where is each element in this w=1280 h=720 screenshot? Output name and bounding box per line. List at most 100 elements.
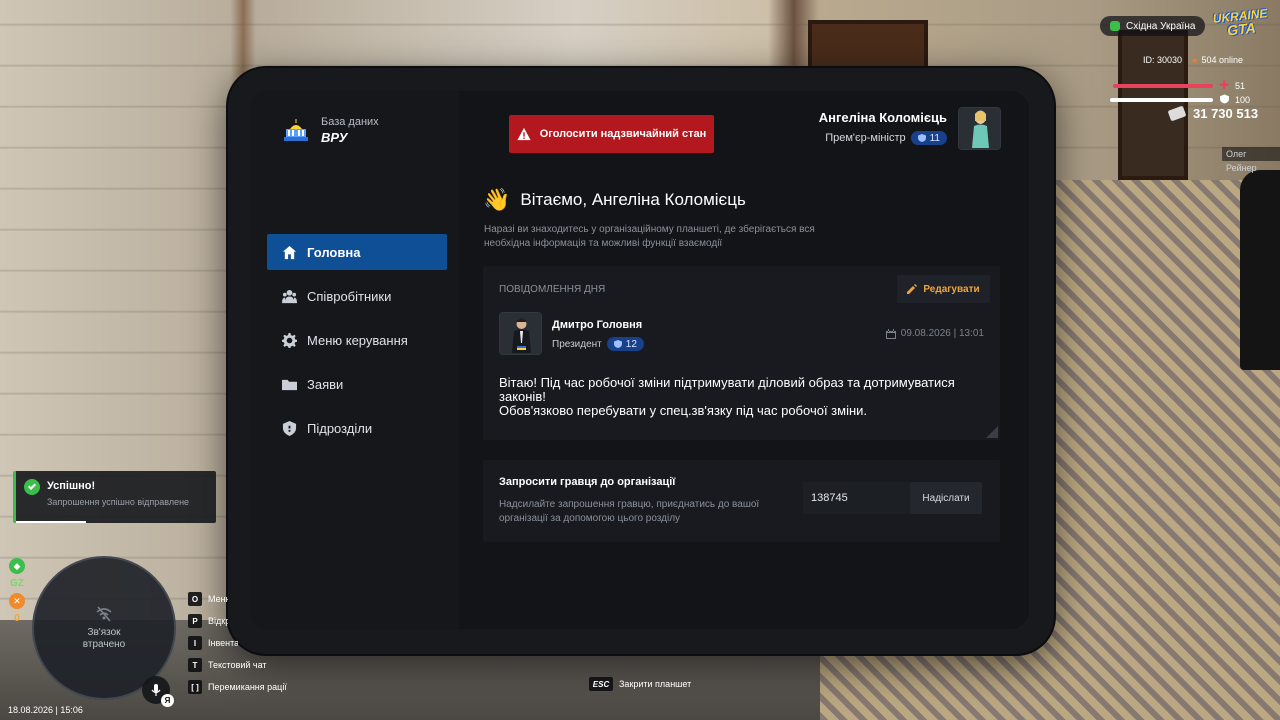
edit-button-label: Редагувати [923, 283, 980, 295]
hotkey-row: T Текстовий чат [188, 654, 287, 676]
player-id-input[interactable] [803, 482, 911, 514]
tablet-screen: База даних ВРУ Головна Співробітники Мен… [251, 91, 1029, 629]
author-name: Дмитро Головня [552, 319, 643, 331]
hotkey-row: P Відкрити [188, 610, 287, 632]
hotkey: O [188, 592, 202, 606]
hotkey-label: Перемикання рації [208, 682, 287, 692]
sidebar-item-label: Заяви [307, 376, 344, 392]
mic-hotkey: Я [161, 694, 174, 707]
shield-icon [281, 420, 297, 436]
server-logo: UKRAINE GTA [1212, 6, 1270, 42]
user-avatar[interactable] [958, 107, 1001, 150]
sidebar-item-home[interactable]: Головна [267, 234, 447, 270]
gear-icon [281, 332, 297, 348]
hotkey: [ ] [188, 680, 202, 694]
money-display: 31 730 513 [1167, 105, 1259, 122]
minimap-status: Зв'язок втрачено [82, 627, 126, 650]
brand-subtitle: База даних [321, 116, 379, 128]
online-count: 504 online [1201, 55, 1244, 65]
no-signal-icon [96, 606, 112, 622]
sidebar-item-control-menu[interactable]: Меню керування [267, 322, 447, 358]
green-zone-label: GZ [10, 578, 24, 589]
microphone-icon [151, 684, 161, 696]
invite-title: Запросити гравця до організації [499, 476, 676, 488]
home-icon [281, 244, 297, 260]
send-invite-button[interactable]: Надіслати [910, 482, 982, 514]
toast-progress [16, 521, 86, 523]
hotkey-label: Текстовий чат [208, 660, 267, 670]
avatar-portrait [959, 108, 1000, 149]
logo-line-2: GTA [1226, 19, 1257, 39]
edit-button[interactable]: Редагувати [897, 275, 990, 303]
health-value: 51 [1235, 81, 1246, 91]
emergency-button-label: Оголосити надзвичайний стан [539, 128, 707, 140]
message-line-1: Вітаю! Під час робочої зміни підтримуват… [499, 375, 955, 404]
game-datetime: 18.08.2026 | 15:06 [8, 705, 83, 715]
close-tablet-hint[interactable]: ESC Закрити планшет [589, 677, 691, 691]
success-toast: Успішно! Запрошення успішно відправлене [13, 471, 216, 523]
wanted-count: 0 [14, 613, 20, 624]
check-icon [24, 479, 40, 495]
message-of-the-day-card: Повідомлення дня Редагувати Дмитро Голов… [483, 266, 1000, 440]
armor-value: 100 [1235, 95, 1251, 105]
hotkey-list: O Меню P Відкрити I Інвентар T Текстовий чат… [188, 588, 287, 698]
message-line-2: Обов'язково перебувати у спец.зв'язку пі… [499, 403, 868, 418]
player-nameplate: Олег Рейнер [1222, 147, 1280, 173]
region-icon [1110, 21, 1120, 31]
esc-key: ESC [589, 677, 613, 691]
declare-emergency-button[interactable]: Оголосити надзвичайний стан [509, 115, 714, 153]
card-label: Повідомлення дня [499, 284, 606, 295]
folder-icon [281, 376, 297, 392]
user-role-label: Прем'єр-міністр [825, 132, 906, 144]
invite-player-card: Запросити гравця до організації Надсилай… [483, 460, 1000, 542]
hotkey: T [188, 658, 202, 672]
hotkey-label: Інвентар [208, 638, 238, 648]
author-role: Президент 12 [552, 337, 644, 351]
close-tablet-label: Закрити планшет [619, 679, 692, 689]
warning-icon [517, 127, 531, 141]
sidebar-item-label: Меню керування [307, 332, 408, 348]
pencil-icon [907, 284, 918, 294]
hotkey-row: O Меню [188, 588, 287, 610]
brand-title: ВРУ [321, 130, 348, 145]
rank-value: 11 [929, 132, 940, 144]
armor-bar [1110, 98, 1213, 102]
region-badge: Східна Україна [1100, 16, 1206, 36]
money-value: 31 730 513 [1193, 106, 1259, 121]
author-avatar [499, 312, 542, 355]
background-elevator [1118, 30, 1188, 180]
intro-text: Наразі ви знаходитесь у організаційному … [484, 224, 815, 249]
calendar-icon [885, 328, 896, 339]
sidebar-item-applications[interactable]: Заяви [267, 366, 447, 402]
health-bar [1113, 84, 1213, 88]
toast-description: Запрошення успішно відправлене [47, 497, 190, 507]
message-date-value: 09.08.2026 | 13:01 [900, 328, 984, 339]
author-rank-badge: 12 [606, 337, 644, 351]
brand: База даних ВРУ [282, 116, 379, 145]
green-zone-icon: ◆ [9, 558, 25, 574]
rank-badge: 11 [910, 131, 947, 145]
health-icon: ✚ [1219, 78, 1230, 92]
author-role-label: Президент [552, 338, 602, 350]
welcome-text: Вітаємо, Ангеліна Коломієць [520, 190, 746, 209]
player-id: ID: 30030 [1143, 55, 1183, 65]
fire-icon: ● [1192, 55, 1198, 65]
sidebar-item-divisions[interactable]: Підрозділи [267, 410, 447, 446]
user-name: Ангеліна Коломієць [818, 110, 947, 125]
sidebar-item-employees[interactable]: Співробітники [267, 278, 447, 314]
sidebar-item-label: Співробітники [307, 288, 392, 304]
welcome-heading: 👋 Вітаємо, Ангеліна Коломієць [483, 187, 746, 213]
message-body: Вітаю! Під час робочої зміни підтримуват… [499, 376, 969, 418]
resize-handle[interactable] [986, 426, 998, 438]
main-content: 👋 Вітаємо, Ангеліна Коломієць Наразі ви … [459, 163, 1029, 629]
player-info: ID: 30030 ● 504 online [1143, 55, 1243, 65]
sidebar-item-label: Підрозділи [307, 420, 373, 436]
hotkey-row: I Інвентар [188, 632, 287, 654]
status-column: ◆ GZ ✕ 0 [8, 558, 26, 628]
wave-icon: 👋 [483, 187, 511, 212]
toast-title: Успішно! [47, 480, 96, 492]
users-icon [281, 288, 297, 304]
author-portrait [500, 313, 541, 354]
parliament-icon [284, 118, 308, 141]
wanted-icon: ✕ [9, 593, 25, 609]
